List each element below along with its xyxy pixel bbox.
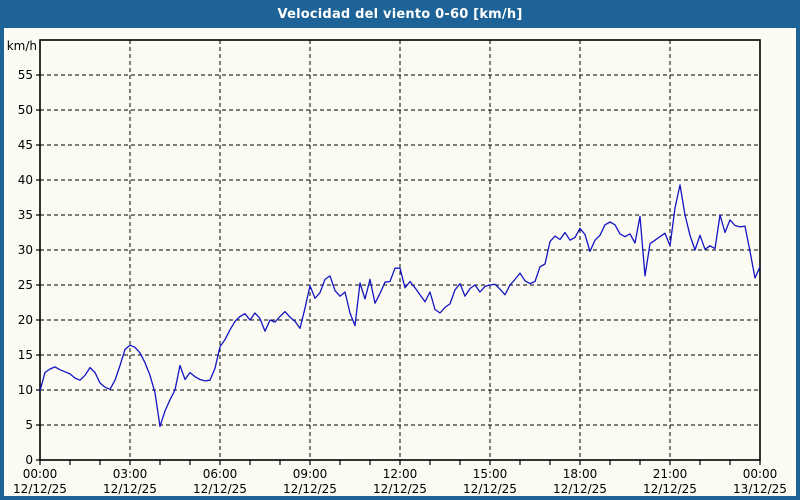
svg-text:5: 5 xyxy=(25,418,33,432)
x-tick-time: 00:00 xyxy=(23,467,58,481)
y-axis-labels: 0 5 10 15 20 25 30 35 40 45 50 55 xyxy=(18,68,33,467)
svg-text:55: 55 xyxy=(18,68,33,82)
x-tick-date: 13/12/25 xyxy=(733,482,787,496)
chart-title: Velocidad del viento 0-60 [km/h] xyxy=(278,7,523,22)
svg-text:0: 0 xyxy=(25,453,33,467)
chart-window: 051015202530354045505500:0012/12/2503:00… xyxy=(0,0,800,500)
x-tick-time: 18:00 xyxy=(563,467,598,481)
svg-text:25: 25 xyxy=(18,278,33,292)
x-tick-time: 00:00 xyxy=(743,467,778,481)
x-tick-time: 21:00 xyxy=(653,467,688,481)
svg-text:35: 35 xyxy=(18,208,33,222)
x-tick-date: 12/12/25 xyxy=(283,482,337,496)
svg-text:30: 30 xyxy=(18,243,33,257)
y-axis-unit-label: km/h xyxy=(7,39,37,53)
x-tick-date: 12/12/25 xyxy=(373,482,427,496)
x-tick-time: 06:00 xyxy=(203,467,238,481)
x-tick-time: 15:00 xyxy=(473,467,508,481)
x-tick-time: 09:00 xyxy=(293,467,328,481)
x-tick-date: 12/12/25 xyxy=(553,482,607,496)
x-tick-date: 12/12/25 xyxy=(463,482,517,496)
x-tick-time: 12:00 xyxy=(383,467,418,481)
x-tick-time: 03:00 xyxy=(113,467,148,481)
svg-text:10: 10 xyxy=(18,383,33,397)
x-tick-date: 12/12/25 xyxy=(13,482,67,496)
wind-speed-chart: 051015202530354045505500:0012/12/2503:00… xyxy=(0,0,800,500)
x-axis-labels: 00:0012/12/2503:0012/12/2506:0012/12/250… xyxy=(13,467,787,496)
y-axis-unit: km/h xyxy=(7,39,37,53)
svg-text:20: 20 xyxy=(18,313,33,327)
svg-text:15: 15 xyxy=(18,348,33,362)
svg-text:45: 45 xyxy=(18,138,33,152)
svg-text:50: 50 xyxy=(18,103,33,117)
titlebar: Velocidad del viento 0-60 [km/h] xyxy=(0,0,800,28)
x-tick-date: 12/12/25 xyxy=(193,482,247,496)
svg-text:40: 40 xyxy=(18,173,33,187)
x-tick-date: 12/12/25 xyxy=(103,482,157,496)
x-tick-date: 12/12/25 xyxy=(643,482,697,496)
